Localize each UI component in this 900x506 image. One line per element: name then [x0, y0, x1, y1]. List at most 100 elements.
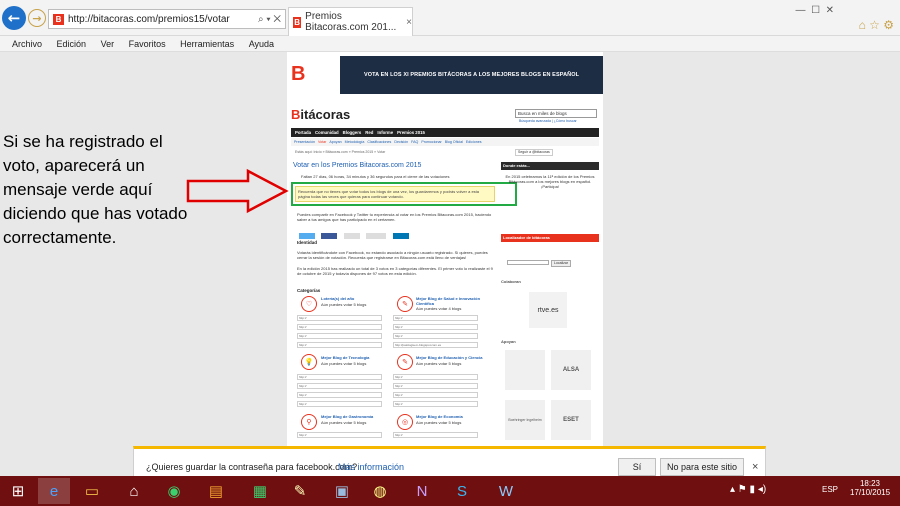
- categories-heading: Categorías: [297, 288, 321, 293]
- forward-button[interactable]: →: [28, 9, 46, 27]
- onenote-icon[interactable]: N: [406, 478, 438, 504]
- follow-button[interactable]: Seguir a @bitacoras: [515, 149, 553, 156]
- menu-favoritos[interactable]: Favoritos: [129, 39, 166, 49]
- subnav-faq[interactable]: FAQ: [411, 140, 418, 144]
- subnav-presentacion[interactable]: Presentación: [294, 140, 315, 144]
- menu-edicion[interactable]: Edición: [57, 39, 87, 49]
- menu-herramientas[interactable]: Herramientas: [180, 39, 234, 49]
- blog-url-input[interactable]: http://: [393, 432, 478, 438]
- tab-title: Premios Bitacoras.com 201...: [305, 11, 397, 33]
- blog-url-input[interactable]: http://: [297, 383, 382, 389]
- yes-button[interactable]: Sí: [618, 458, 656, 476]
- site-logo[interactable]: Bitácoras: [291, 107, 350, 122]
- blog-url-input[interactable]: http://: [297, 333, 382, 339]
- category-title[interactable]: Mejor Blog de Tecnología: [321, 355, 369, 360]
- app-icon[interactable]: ▣: [326, 478, 358, 504]
- skype-icon[interactable]: S: [446, 478, 478, 504]
- close-tab-icon[interactable]: ×: [406, 17, 412, 28]
- subnav-ediciones[interactable]: Ediciones: [466, 140, 482, 144]
- menu-ver[interactable]: Ver: [101, 39, 115, 49]
- home-fav-settings-icon[interactable]: ⌂ ☆ ⚙: [859, 18, 894, 32]
- browser-tab[interactable]: B Premios Bitacoras.com 201... ×: [288, 7, 413, 36]
- address-bar[interactable]: B http://bitacoras.com/premios15/votar ⌕…: [48, 9, 286, 29]
- store-icon[interactable]: ▦: [244, 478, 276, 504]
- rtve-logo[interactable]: rtve.es: [529, 292, 567, 328]
- category-title[interactable]: Mejor Blog de Gastronomía: [321, 414, 373, 419]
- media-icon[interactable]: ✎: [284, 478, 316, 504]
- blog-url-input[interactable]: http://: [393, 392, 478, 398]
- blog-url-input[interactable]: http://: [393, 401, 478, 407]
- subnav-promocionar[interactable]: Promocionar: [421, 140, 441, 144]
- boehringer-logo[interactable]: Boehringer Ingelheim: [505, 400, 545, 440]
- chrome-icon[interactable]: ◍: [364, 478, 396, 504]
- eset-logo[interactable]: ESET: [551, 400, 591, 440]
- blog-url-input[interactable]: http://: [393, 324, 478, 330]
- search-links[interactable]: Búsqueda avanzada | ¿Cómo buscar: [519, 119, 577, 124]
- menu-ayuda[interactable]: Ayuda: [249, 39, 274, 49]
- nav-informe[interactable]: Informe: [377, 130, 393, 135]
- category-sub: Aún puedes votar 5 blogs: [416, 420, 462, 425]
- ie-icon[interactable]: e: [38, 478, 70, 504]
- category-title[interactable]: Mejor Blog de Economía: [416, 414, 463, 419]
- blog-url-input[interactable]: http://: [297, 342, 382, 348]
- nav-comunidad[interactable]: Comunidad: [315, 130, 339, 135]
- blog-url-input[interactable]: http://: [297, 392, 382, 398]
- language-indicator[interactable]: ESP: [822, 485, 838, 494]
- file-explorer-icon[interactable]: ▭: [76, 478, 108, 504]
- search-refresh-icon[interactable]: ⌕ ▾ ✕: [258, 14, 281, 25]
- main-nav: Portada Comunidad Bloggers Red Informe P…: [291, 128, 599, 137]
- blog-url-input[interactable]: http://: [297, 324, 382, 330]
- clock[interactable]: 18:23 17/10/2015: [850, 479, 890, 497]
- windows-start-icon[interactable]: ⊞: [2, 478, 34, 504]
- locator-input[interactable]: [507, 260, 549, 265]
- blog-url-input-filled[interactable]: http://patologia-m-blogspot.com.es: [393, 342, 478, 348]
- blog-url-input[interactable]: http://: [393, 374, 478, 380]
- spotify-icon[interactable]: ◉: [158, 478, 190, 504]
- countdown-text: Faltan 27 días, 06 horas, 34 minutos y 3…: [301, 174, 450, 179]
- subnav-apoyan[interactable]: Apoyan: [329, 140, 341, 144]
- document-icon[interactable]: ▤: [200, 478, 232, 504]
- category-title[interactable]: Mejor Blog de Educación y Ciencia: [416, 355, 491, 360]
- sidebar-colaboran: Colaboran: [501, 279, 521, 284]
- home-icon[interactable]: ⌂: [118, 478, 150, 504]
- education-icon: ✎: [397, 354, 413, 370]
- blog-url-input[interactable]: http://: [393, 383, 478, 389]
- share-buttons[interactable]: [299, 226, 429, 239]
- lottery-icon: ♡: [301, 296, 317, 312]
- sponsor-logo[interactable]: [505, 350, 545, 390]
- nav-bloggers[interactable]: Bloggers: [343, 130, 362, 135]
- subnav-clasificaciones[interactable]: Clasificaciones: [367, 140, 391, 144]
- top-banner[interactable]: B VOTA EN LOS XI PREMIOS BITÁCORAS A LOS…: [287, 56, 603, 94]
- banner-logo-icon: B: [291, 63, 306, 85]
- subnav-decision[interactable]: Decisión: [394, 140, 408, 144]
- no-for-site-button[interactable]: No para este sitio: [660, 458, 744, 476]
- site-search-input[interactable]: Busca en miles de blogs: [515, 109, 597, 118]
- menu-archivo[interactable]: Archivo: [12, 39, 42, 49]
- password-question: ¿Quieres guardar la contraseña para face…: [146, 462, 358, 472]
- category-title[interactable]: Mejor Blog de Salud e Innovación Científ…: [416, 296, 486, 306]
- tray-icons[interactable]: ▴ ⚑ ▮ ◂): [730, 484, 766, 495]
- alsa-logo[interactable]: ALSA: [551, 350, 591, 390]
- subnav-blog-oficial[interactable]: Blog Oficial: [445, 140, 463, 144]
- blog-url-input[interactable]: http://: [297, 374, 382, 380]
- blog-url-input[interactable]: http://: [393, 315, 478, 321]
- date: 17/10/2015: [850, 488, 891, 497]
- locator-button[interactable]: Localizar: [551, 260, 572, 267]
- new-tab-button[interactable]: [416, 10, 432, 26]
- nav-premios[interactable]: Premios 2015: [397, 130, 425, 135]
- nav-portada[interactable]: Portada: [295, 130, 311, 135]
- subnav-metodologia[interactable]: Metodología: [345, 140, 365, 144]
- more-info-link[interactable]: Más información: [338, 462, 404, 472]
- category-title[interactable]: Lotería(s) del año: [321, 296, 381, 301]
- economy-icon: ◎: [397, 414, 413, 430]
- blog-url-input[interactable]: http://: [297, 401, 382, 407]
- blog-url-input[interactable]: http://: [297, 315, 382, 321]
- close-icon[interactable]: ×: [752, 461, 758, 473]
- back-button[interactable]: ←: [2, 6, 26, 30]
- window-controls[interactable]: — ☐ ✕: [796, 5, 834, 16]
- word-icon[interactable]: W: [490, 478, 522, 504]
- blog-url-input[interactable]: http://: [297, 432, 382, 438]
- subnav-votar[interactable]: Votar: [318, 140, 326, 144]
- blog-url-input[interactable]: http://: [393, 333, 478, 339]
- nav-red[interactable]: Red: [365, 130, 373, 135]
